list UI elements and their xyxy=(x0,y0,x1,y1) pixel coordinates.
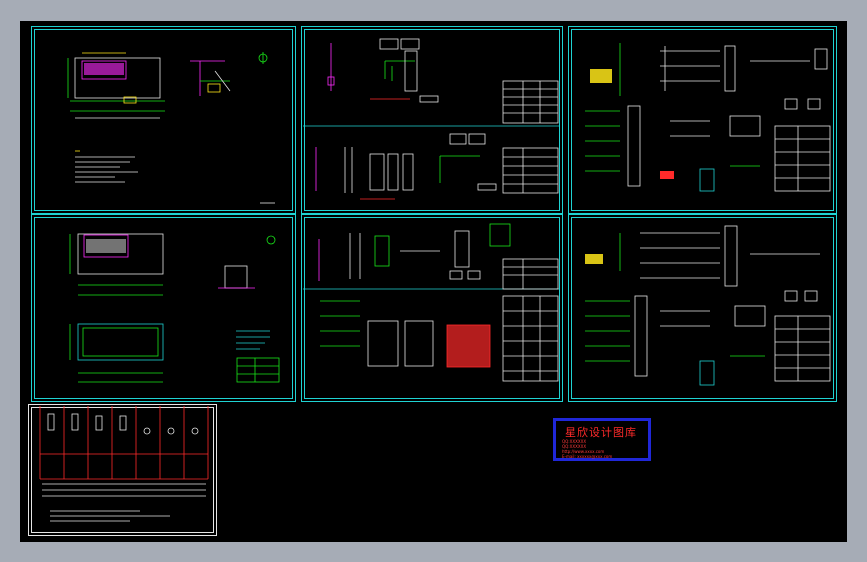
sheet-6-control xyxy=(585,225,831,386)
sheet-5-schematic xyxy=(303,223,560,382)
stamp-title: 星欣设计图库 xyxy=(565,426,637,439)
drawing-linework xyxy=(39,38,831,522)
cad-model-space[interactable]: 星欣设计图库 QQ:XXXXXX QQ:XXXXXX http://www.xx… xyxy=(20,21,847,542)
watermark-stamp: 星欣设计图库 QQ:XXXXXX QQ:XXXXXX http://www.xx… xyxy=(553,418,651,461)
sheet-1-plan xyxy=(67,52,275,204)
sheet-3-control xyxy=(585,43,831,192)
sheet-2-schematic xyxy=(303,38,560,200)
sheet-4-plan xyxy=(69,233,280,383)
sheet-7-system xyxy=(39,406,209,522)
stamp-line-4: E-mail: xxxxxx@xxx.com xyxy=(562,454,613,459)
